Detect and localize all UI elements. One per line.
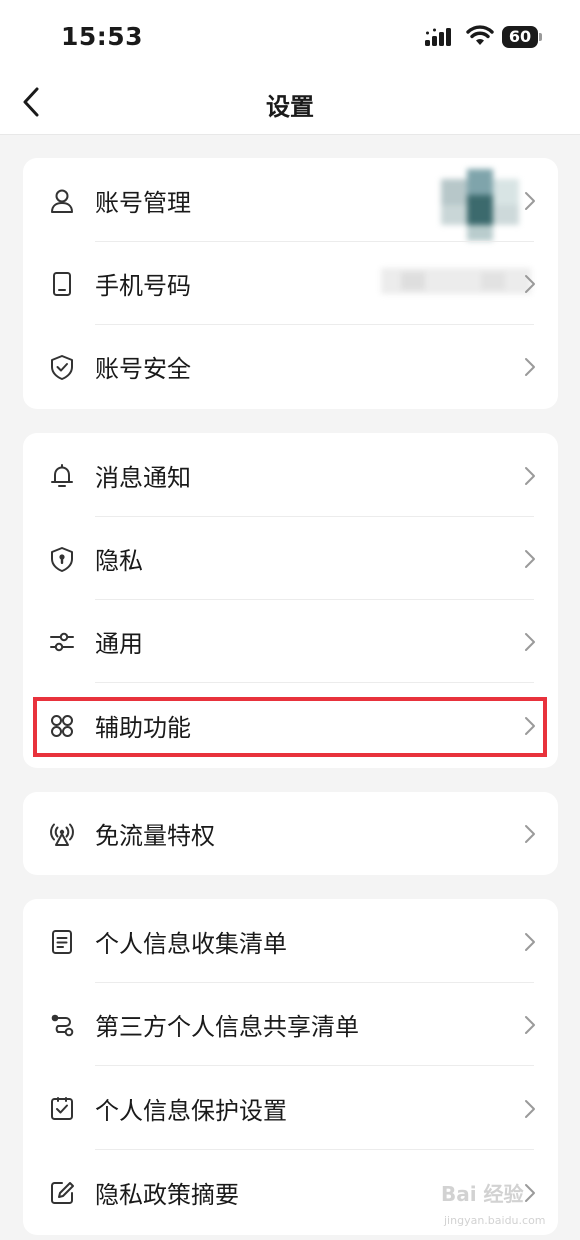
row-label: 通用 xyxy=(95,630,143,658)
document-icon xyxy=(49,929,75,955)
account-card: 账号管理 手机号码 账号安全 xyxy=(23,158,558,409)
settings-row-accessibility[interactable]: 辅助功能 xyxy=(23,684,558,767)
row-label: 第三方个人信息共享清单 xyxy=(95,1013,359,1041)
sliders-icon xyxy=(49,629,75,655)
chevron-right-icon xyxy=(524,1015,536,1035)
row-label: 账号管理 xyxy=(95,189,191,217)
general-card: 消息通知 隐私 通用 辅助功能 xyxy=(23,433,558,768)
shield-keyhole-icon xyxy=(49,546,75,572)
settings-row-account-security[interactable]: 账号安全 xyxy=(23,325,558,408)
data-free-card: 免流量特权 xyxy=(23,792,558,875)
chevron-right-icon xyxy=(524,357,536,377)
settings-row-third-party-sharing-list[interactable]: 第三方个人信息共享清单 xyxy=(23,983,558,1066)
settings-row-account-management[interactable]: 账号管理 xyxy=(23,159,558,242)
row-label: 账号安全 xyxy=(95,355,191,383)
chevron-right-icon xyxy=(524,274,536,294)
checkbox-icon xyxy=(49,1096,75,1122)
edit-icon xyxy=(49,1180,75,1206)
watermark-brand: Bai 经验 xyxy=(441,1182,524,1206)
chevron-right-icon xyxy=(524,632,536,652)
chevron-right-icon xyxy=(524,549,536,569)
phone-number-masked xyxy=(381,262,537,300)
nav-bar: 设置 xyxy=(0,70,580,135)
battery-level: 60 xyxy=(508,27,532,46)
row-label: 手机号码 xyxy=(95,272,191,300)
battery-icon: 60 xyxy=(502,26,542,48)
broadcast-icon xyxy=(49,821,75,847)
row-label: 隐私政策摘要 xyxy=(95,1181,239,1209)
page-title: 设置 xyxy=(266,93,314,121)
settings-row-privacy[interactable]: 隐私 xyxy=(23,517,558,600)
chevron-right-icon xyxy=(524,191,536,211)
wifi-icon xyxy=(466,25,494,47)
settings-row-phone-number[interactable]: 手机号码 xyxy=(23,242,558,325)
chevron-right-icon xyxy=(524,824,536,844)
person-icon xyxy=(49,188,75,214)
cellular-signal-icon xyxy=(424,27,452,47)
share-nodes-icon xyxy=(49,1012,75,1038)
grid-four-icon xyxy=(49,713,75,739)
chevron-right-icon xyxy=(524,1099,536,1119)
watermark-url: jingyan.baidu.com xyxy=(444,1214,546,1227)
row-label: 消息通知 xyxy=(95,464,191,492)
row-label: 个人信息保护设置 xyxy=(95,1097,287,1125)
status-bar: 15:53 60 xyxy=(0,0,580,70)
row-label: 辅助功能 xyxy=(95,714,191,742)
divider xyxy=(95,1149,534,1150)
shield-check-icon xyxy=(49,354,75,380)
chevron-right-icon xyxy=(524,1183,536,1203)
settings-row-general[interactable]: 通用 xyxy=(23,600,558,683)
row-label: 免流量特权 xyxy=(95,822,215,850)
phone-icon xyxy=(49,271,75,297)
bell-icon xyxy=(49,463,75,489)
avatar xyxy=(441,169,519,241)
settings-row-info-protection-settings[interactable]: 个人信息保护设置 xyxy=(23,1067,558,1150)
settings-row-notifications[interactable]: 消息通知 xyxy=(23,434,558,517)
chevron-right-icon xyxy=(524,466,536,486)
row-label: 个人信息收集清单 xyxy=(95,930,287,958)
settings-row-data-free-privilege[interactable]: 免流量特权 xyxy=(23,792,558,875)
row-label: 隐私 xyxy=(95,547,143,575)
chevron-right-icon xyxy=(524,716,536,736)
settings-row-info-collection-list[interactable]: 个人信息收集清单 xyxy=(23,900,558,983)
chevron-right-icon xyxy=(524,932,536,952)
divider xyxy=(95,682,534,683)
divider xyxy=(95,1065,534,1066)
status-time: 15:53 xyxy=(61,22,144,51)
